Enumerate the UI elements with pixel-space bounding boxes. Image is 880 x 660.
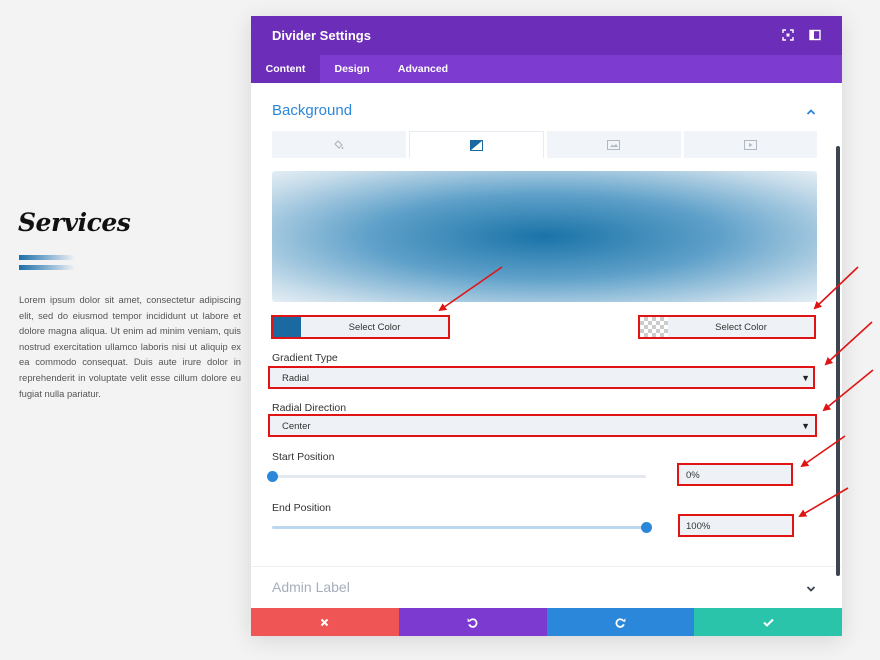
background-type-tabs [272,131,817,158]
radial-direction-select[interactable]: Center ▼ [270,416,815,436]
tab-design[interactable]: Design [320,55,384,83]
start-position-handle[interactable] [267,471,278,482]
transparent-swatch [640,317,668,338]
gradient-color-1-picker[interactable]: Select Color [273,317,448,338]
background-section-title[interactable]: Background [272,102,352,119]
bg-tab-video[interactable] [683,131,817,158]
modal-title: Divider Settings [272,28,371,43]
undo-button[interactable] [398,608,547,636]
chevron-down-icon[interactable] [806,585,816,593]
chevron-up-icon[interactable] [806,108,816,116]
split-view-icon[interactable] [809,29,821,41]
check-icon [762,618,774,627]
save-button[interactable] [694,608,842,636]
fullscreen-icon[interactable] [782,29,794,41]
admin-label-section-title[interactable]: Admin Label [272,579,350,595]
bg-tab-color[interactable] [272,131,406,158]
redo-button[interactable] [546,608,695,636]
end-position-input[interactable]: 100% [679,516,792,536]
modal-header: Divider Settings [251,16,842,55]
tab-advanced[interactable]: Advanced [384,55,462,83]
dropdown-arrow-icon: ▼ [801,421,810,431]
start-position-label: Start Position [272,451,335,463]
modal-footer [251,608,842,636]
radial-direction-value: Center [282,420,311,432]
gradient-type-label: Gradient Type [272,352,338,364]
dropdown-arrow-icon: ▼ [801,373,810,383]
scrollbar[interactable] [836,146,840,576]
close-icon [321,618,329,626]
bg-tab-image[interactable] [547,131,681,158]
bg-tab-gradient[interactable] [408,131,544,158]
gradient-type-value: Radial [282,372,309,384]
gradient-preview [272,171,817,302]
end-position-handle[interactable] [641,522,652,533]
gradient-color-2-picker[interactable]: Select Color [640,317,814,338]
end-position-fill [272,526,646,529]
radial-direction-label: Radial Direction [272,402,347,414]
divider-settings-modal: Divider Settings Content Design Advanced… [251,16,842,636]
end-position-slider[interactable] [272,522,652,533]
start-position-slider[interactable] [267,471,646,482]
redo-icon [615,617,626,628]
select-color-label: Select Color [348,322,401,333]
section-divider [251,566,842,567]
services-heading: Services [18,208,131,237]
start-position-input[interactable]: 0% [679,465,792,485]
color-swatch [273,317,301,338]
end-position-label: End Position [272,502,331,514]
cancel-button[interactable] [251,608,399,636]
paint-bucket-icon [334,140,344,149]
gradient-icon [469,139,483,151]
services-divider-top [19,255,75,260]
select-color-label: Select Color [715,322,767,333]
undo-icon [467,617,478,628]
video-icon [743,139,757,150]
tab-content[interactable]: Content [251,55,320,83]
services-divider-bottom [19,265,75,270]
gradient-type-select[interactable]: Radial ▼ [270,368,815,388]
image-icon [607,139,621,150]
services-body-text: Lorem ipsum dolor sit amet, consectetur … [19,294,241,399]
settings-tabs: Content Design Advanced [251,55,842,83]
